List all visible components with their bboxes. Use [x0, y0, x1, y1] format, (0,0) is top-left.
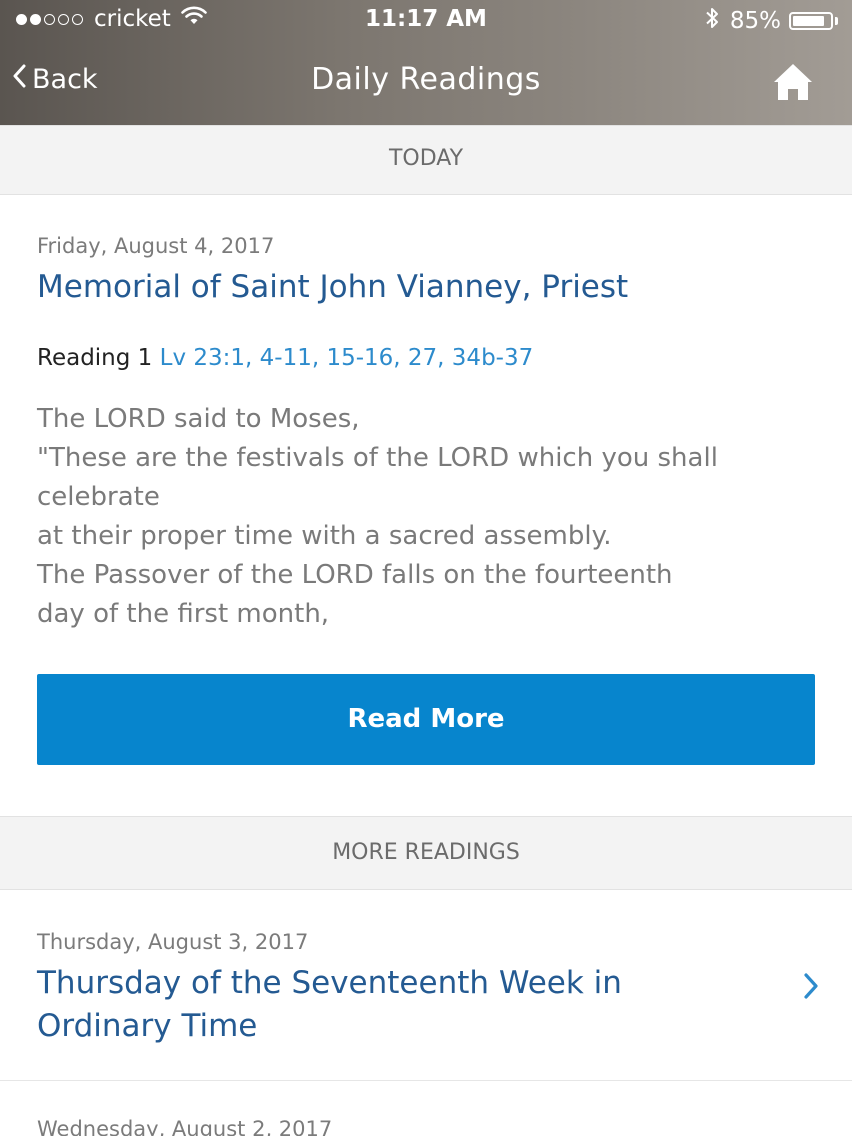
- reading-reference-link[interactable]: Lv 23:1, 4-11, 15-16, 27, 34b-37: [160, 345, 534, 371]
- status-right: 85%: [704, 6, 838, 36]
- list-item-date: Wednesday, August 2, 2017: [37, 1117, 333, 1136]
- status-bar: cricket 11:17 AM 85%: [0, 0, 852, 40]
- home-button[interactable]: [772, 62, 814, 106]
- header: cricket 11:17 AM 85% Back Daily Readings: [0, 0, 852, 125]
- daily-readings-screen: cricket 11:17 AM 85% Back Daily Readings…: [0, 0, 852, 1136]
- battery-level-fill: [793, 16, 824, 26]
- read-more-button[interactable]: Read More: [37, 674, 815, 765]
- excerpt-line: day of the first month,: [37, 599, 330, 629]
- more-readings-section-header: MORE READINGS: [0, 816, 852, 890]
- navigation-bar: Back Daily Readings: [0, 40, 852, 125]
- today-date: Friday, August 4, 2017: [37, 234, 275, 258]
- battery-percent: 85%: [729, 8, 781, 34]
- excerpt-line: at their proper time with a sacred assem…: [37, 521, 612, 551]
- list-item-title-line: Ordinary Time: [37, 1008, 258, 1044]
- excerpt-line: The LORD said to Moses,: [37, 404, 360, 434]
- excerpt-line: The Passover of the LORD falls on the fo…: [37, 560, 673, 590]
- list-item-title: Thursday of the Seventeenth Week in Ordi…: [37, 962, 622, 1048]
- reading-excerpt: The LORD said to Moses, "These are the f…: [37, 400, 827, 634]
- battery-icon: [789, 12, 833, 30]
- excerpt-line: "These are the festivals of the LORD whi…: [37, 443, 718, 473]
- list-item[interactable]: Wednesday, August 2, 2017: [0, 1081, 852, 1136]
- reading-line: Reading 1 Lv 23:1, 4-11, 15-16, 27, 34b-…: [37, 345, 533, 371]
- list-item[interactable]: Thursday, August 3, 2017 Thursday of the…: [0, 890, 852, 1081]
- today-section-header: TODAY: [0, 125, 852, 195]
- home-icon: [772, 64, 814, 106]
- chevron-right-icon: [802, 972, 820, 1004]
- excerpt-line: celebrate: [37, 482, 160, 512]
- battery-tip: [835, 17, 838, 25]
- page-title: Daily Readings: [311, 62, 541, 97]
- list-item-date: Thursday, August 3, 2017: [37, 930, 309, 954]
- today-title[interactable]: Memorial of Saint John Vianney, Priest: [37, 266, 628, 309]
- reading-label: Reading 1: [37, 345, 153, 371]
- list-item-title-line: Thursday of the Seventeenth Week in: [37, 965, 622, 1001]
- bluetooth-icon: [704, 6, 720, 36]
